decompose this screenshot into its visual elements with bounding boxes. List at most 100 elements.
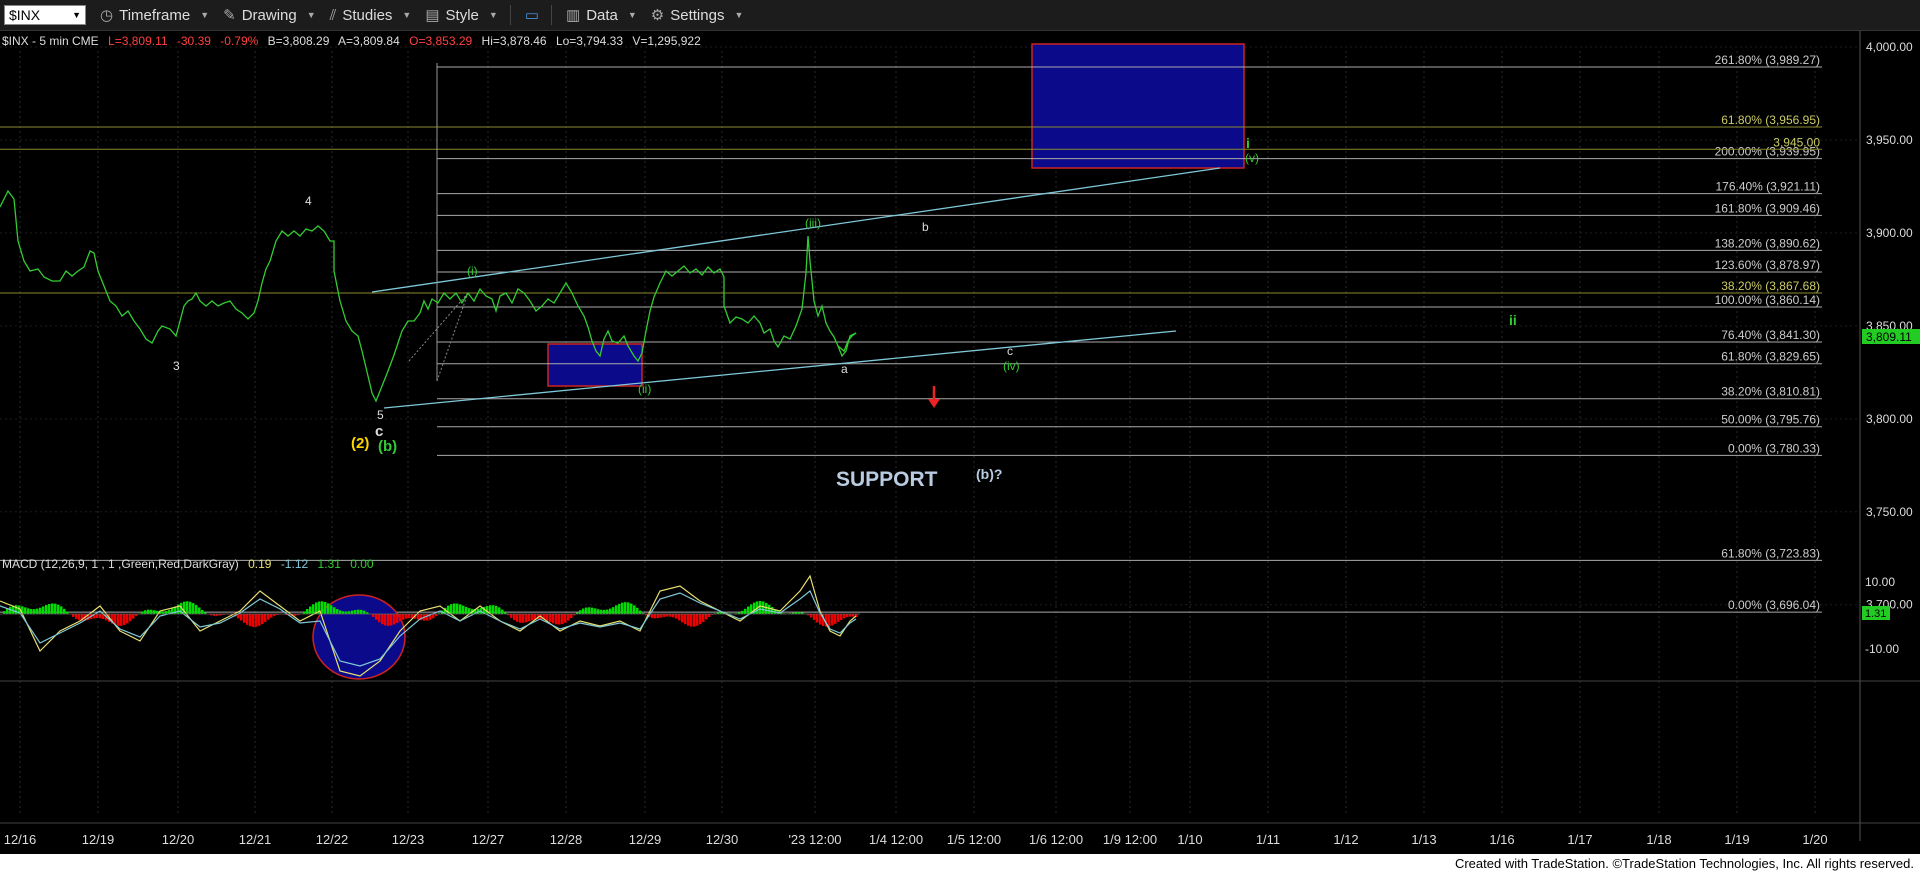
macd-bar [120,614,123,626]
macd-bar [27,608,30,614]
macd-bar [51,603,54,614]
macd-bar [708,614,711,618]
data-label: Data [586,6,618,24]
data-menu[interactable]: ▥ Data ▼ [566,6,637,25]
macd-bar [60,606,63,614]
settings-menu[interactable]: ⚙ Settings ▼ [651,6,744,25]
date-tick: 1/16 [1489,832,1514,847]
macd-bar [42,606,45,614]
macd-bar [45,605,48,614]
wave-label-b-green: (b) [378,438,397,455]
wave-label-5: 5 [377,408,384,422]
fib-label: 0.00% (3,696.04) [1728,598,1820,612]
macd-bar [588,607,591,614]
macd-bar [465,606,468,614]
price-chart[interactable]: $INX - 5 min CME L=3,809.11 -30.39 -0.79… [0,31,1920,854]
macd-bar [384,614,387,626]
macd-bar [363,610,366,614]
macd-bar [30,608,33,614]
price-axis-tick: 3,800.00 [1866,412,1913,426]
macd-bar [498,607,501,614]
date-tick: 1/19 [1724,832,1749,847]
macd-bar [165,611,168,614]
macd-bar [354,609,357,614]
macd-bar [246,614,249,625]
wave-label-2: (2) [351,435,369,452]
macd-bar [561,614,564,625]
macd-bar [564,614,567,623]
macd-bar [252,614,255,627]
drawing-menu[interactable]: ✎ Drawing ▼ [223,6,316,25]
macd-bar [327,603,330,614]
macd-bar [249,614,252,627]
macd-bar [816,614,819,623]
footer-credit: Created with TradeStation. ©TradeStation… [1454,856,1914,871]
macd-value-1: 0.19 [248,557,272,571]
style-menu[interactable]: ▤ Style ▼ [425,6,497,25]
macd-bar [681,614,684,623]
macd-bar [132,614,135,619]
macd-bar [651,614,654,619]
macd-bar [15,605,18,614]
macd-bar [609,608,612,614]
header-prefix: $INX - 5 min CME [2,34,99,48]
b-question-label: (b)? [976,466,1002,482]
wave-label-b: b [922,220,929,234]
macd-bar [678,614,681,621]
macd-bar [189,601,192,614]
fib-label: 261.80% (3,989.27) [1715,53,1820,67]
macd-bar [747,606,750,614]
macd-bar [768,604,771,614]
macd-bar [348,611,351,614]
macd-bar [516,614,519,622]
macd-bar [129,614,132,622]
macd-bar [426,614,429,621]
header-change: -30.39 [177,34,211,48]
timeframe-menu[interactable]: ◷ Timeframe ▼ [100,6,209,25]
macd-bar [393,614,396,625]
studies-menu[interactable]: ⫽ Studies ▼ [330,7,412,24]
symbol-input[interactable]: $INX ▼ [4,5,86,25]
date-tick: 1/13 [1411,832,1436,847]
macd-bar [831,614,834,626]
timeframe-label: Timeframe [119,6,191,24]
macd-bar [510,614,513,618]
macd-bar [408,614,411,619]
macd-bar [633,605,636,614]
macd-bar [462,605,465,614]
date-tick: 12/21 [239,832,272,847]
macd-bar [693,614,696,627]
macd-bar [192,603,195,614]
macd-bar [405,614,408,619]
toolbar-divider [551,5,552,25]
header-change-pct: -0.79% [220,34,258,48]
date-tick: 12/22 [316,832,349,847]
wave-label-4: 4 [305,194,312,208]
extra-level-label: 3,945.00 [1773,135,1820,149]
macd-bar [309,606,312,614]
macd-bar [663,614,666,617]
macd-bar [549,614,552,623]
macd-bar [684,614,687,625]
macd-bar [333,607,336,614]
macd-bar [813,614,816,621]
macd-last-label: 1.31 [1865,608,1886,620]
macd-bar [555,614,558,625]
macd-bar [417,614,420,620]
price-axis: 4,000.003,950.003,900.003,850.003,800.00… [1866,40,1913,612]
layout-button[interactable]: ▭ [525,6,539,24]
header-open: O=3,853.29 [409,34,472,48]
macd-bar [144,610,147,614]
macd-bar [636,607,639,614]
macd-bar [597,609,600,614]
macd-bar [261,614,264,625]
macd-bar [351,610,354,614]
price-axis-tick: 3,950.00 [1866,133,1913,147]
macd-bar [705,614,708,620]
macd-bar [243,614,246,623]
macd-bar [390,614,393,626]
macd-bar [657,614,660,619]
wave-label-iv-paren: (iv) [1003,359,1020,373]
macd-label: MACD (12,26,9, 1 , 1 ,Green,Red,DarkGray… [2,557,239,571]
fib-label: 161.80% (3,909.46) [1715,201,1820,215]
